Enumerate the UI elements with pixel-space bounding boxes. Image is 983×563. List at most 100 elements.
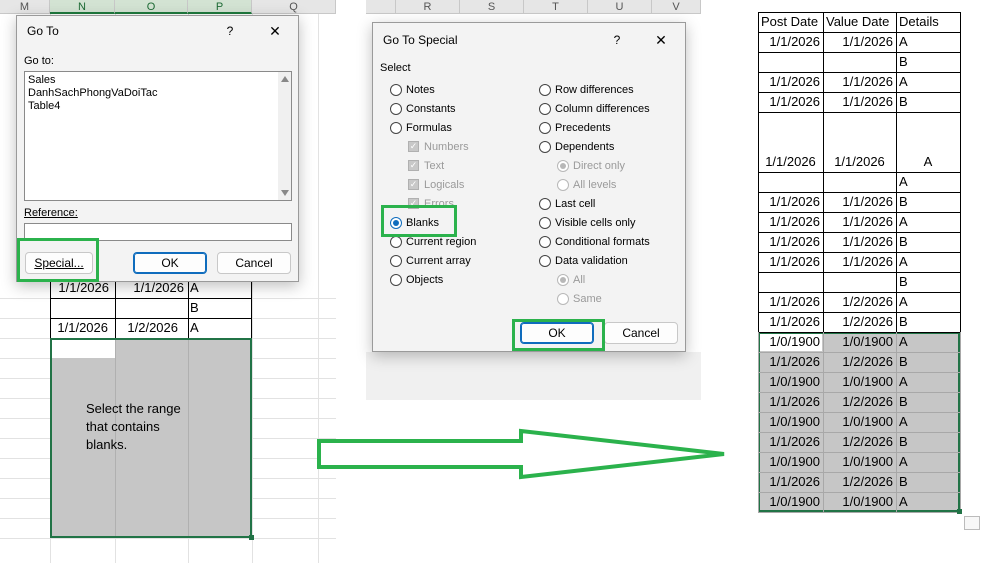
radio-current-region[interactable]	[390, 236, 402, 248]
table-cell[interactable]: 1/1/2026	[758, 152, 823, 172]
table-cell[interactable]: A	[896, 332, 960, 352]
table-cell[interactable]: A	[896, 252, 960, 272]
quick-analysis-icon[interactable]	[964, 516, 980, 530]
checkbox-text[interactable]: ✓	[408, 160, 419, 171]
table-cell[interactable]: 1/1/2026	[823, 72, 896, 92]
scroll-down-icon[interactable]	[281, 190, 289, 196]
table-cell[interactable]: 1/1/2026	[758, 312, 823, 332]
table-cell[interactable]: A	[896, 172, 960, 192]
table-cell[interactable]: 1/1/2026	[823, 152, 896, 172]
table-cell[interactable]: A	[896, 72, 960, 92]
table-cell[interactable]	[823, 52, 896, 72]
column-header-cell[interactable]: Value Date	[826, 12, 895, 32]
column-header-q[interactable]: Q	[252, 0, 336, 14]
table-cell[interactable]: B	[896, 392, 960, 412]
table-cell[interactable]: 1/0/1900	[823, 372, 896, 392]
table-cell[interactable]: 1/1/2026	[758, 432, 823, 452]
table-cell[interactable]: A	[896, 292, 960, 312]
table-cell[interactable]: 1/1/2026	[823, 252, 896, 272]
ok-button[interactable]: OK	[133, 252, 207, 274]
table-cell[interactable]: B	[896, 352, 960, 372]
table-cell[interactable]: 1/2/2026	[116, 318, 186, 338]
scrollbar[interactable]	[278, 72, 291, 200]
table-cell[interactable]: 1/0/1900	[823, 452, 896, 472]
table-cell[interactable]: 1/2/2026	[823, 292, 896, 312]
table-cell[interactable]: 1/1/2026	[823, 32, 896, 52]
radio-column-differences[interactable]	[539, 103, 551, 115]
radio-last-cell[interactable]	[539, 198, 551, 210]
table-cell[interactable]: A	[896, 412, 960, 432]
table-cell[interactable]: 1/1/2026	[823, 232, 896, 252]
column-header-o[interactable]: O	[115, 0, 188, 14]
table-cell[interactable]: B	[896, 272, 960, 292]
table-cell[interactable]: A	[190, 318, 250, 338]
table-cell[interactable]: 1/1/2026	[758, 472, 823, 492]
table-cell[interactable]: B	[896, 92, 960, 112]
table-cell[interactable]: B	[896, 432, 960, 452]
checkbox-numbers[interactable]: ✓	[408, 141, 419, 152]
table-cell[interactable]: B	[896, 232, 960, 252]
table-cell[interactable]: B	[896, 52, 960, 72]
radio-same[interactable]	[557, 293, 569, 305]
table-cell[interactable]	[823, 172, 896, 192]
table-cell[interactable]: 1/0/1900	[823, 492, 896, 512]
active-cell[interactable]	[52, 340, 116, 358]
goto-list[interactable]: Sales DanhSachPhongVaDoiTac Table4	[24, 71, 292, 201]
table-cell[interactable]: 1/0/1900	[823, 412, 896, 432]
table-cell[interactable]: 1/0/1900	[758, 492, 823, 512]
radio-direct-only[interactable]	[557, 160, 569, 172]
radio-data-validation[interactable]	[539, 255, 551, 267]
column-header-m[interactable]: M	[0, 0, 50, 14]
table-cell[interactable]	[758, 172, 823, 192]
table-cell[interactable]: A	[896, 452, 960, 472]
column-header-n[interactable]: N	[50, 0, 115, 14]
table-cell[interactable]: 1/1/2026	[758, 292, 823, 312]
radio-row-differences[interactable]	[539, 84, 551, 96]
table-cell[interactable]: 1/0/1900	[758, 412, 823, 432]
scroll-up-icon[interactable]	[281, 76, 289, 82]
table-cell[interactable]: 1/2/2026	[823, 312, 896, 332]
table-cell[interactable]: 1/1/2026	[758, 252, 823, 272]
fill-handle[interactable]	[957, 509, 962, 514]
radio-current-array[interactable]	[390, 255, 402, 267]
close-button[interactable]: ✕	[265, 21, 285, 41]
table-cell[interactable]: A	[896, 212, 960, 232]
radio-conditional-formats[interactable]	[539, 236, 551, 248]
table-cell[interactable]: 1/1/2026	[758, 92, 823, 112]
checkbox-logicals[interactable]: ✓	[408, 179, 419, 190]
table-cell[interactable]: 1/1/2026	[758, 352, 823, 372]
cancel-button[interactable]: Cancel	[217, 252, 291, 274]
column-header-cell[interactable]: Details	[899, 12, 959, 32]
table-cell[interactable]: 1/1/2026	[758, 192, 823, 212]
table-cell[interactable]: 1/1/2026	[758, 232, 823, 252]
radio-objects[interactable]	[390, 274, 402, 286]
table-cell[interactable]: 1/0/1900	[758, 452, 823, 472]
radio-precedents[interactable]	[539, 122, 551, 134]
table-cell[interactable]: 1/0/1900	[823, 332, 896, 352]
table-cell[interactable]: 1/0/1900	[758, 372, 823, 392]
table-cell[interactable]: 1/1/2026	[758, 212, 823, 232]
table-cell[interactable]: A	[896, 492, 960, 512]
column-header-u[interactable]: U	[588, 0, 652, 14]
table-cell[interactable]: 1/1/2026	[823, 92, 896, 112]
radio-visible-cells-only[interactable]	[539, 217, 551, 229]
table-cell[interactable]: B	[896, 192, 960, 212]
radio-formulas[interactable]	[390, 122, 402, 134]
table-cell[interactable]: A	[896, 32, 960, 52]
table-cell[interactable]: 1/1/2026	[823, 212, 896, 232]
list-item[interactable]: DanhSachPhongVaDoiTac	[28, 87, 157, 100]
table-cell[interactable]	[823, 272, 896, 292]
column-header-s[interactable]: S	[460, 0, 524, 14]
table-cell[interactable]: A	[896, 152, 960, 172]
table-cell[interactable]: 1/1/2026	[50, 318, 114, 338]
radio-all-levels[interactable]	[557, 179, 569, 191]
radio-all[interactable]	[557, 274, 569, 286]
table-cell[interactable]: B	[896, 472, 960, 492]
table-cell[interactable]: 1/2/2026	[823, 472, 896, 492]
column-header-r[interactable]: R	[396, 0, 460, 14]
radio-notes[interactable]	[390, 84, 402, 96]
radio-constants[interactable]	[390, 103, 402, 115]
list-item[interactable]: Table4	[28, 100, 157, 113]
help-button[interactable]: ?	[221, 21, 239, 41]
table-cell[interactable]: 1/1/2026	[758, 392, 823, 412]
